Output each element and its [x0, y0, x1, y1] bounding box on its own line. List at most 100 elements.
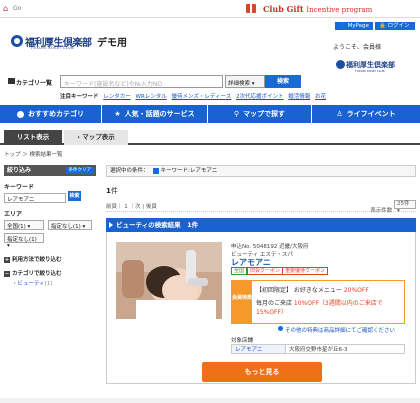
arrow-right-icon — [278, 326, 283, 331]
chevron-right-icon: › — [77, 133, 80, 141]
member-offer-box: 会員特典 【初回限定】 お好きなメニュー 20%OFF 毎月のご来店 10%OF… — [231, 280, 405, 324]
store-name-link[interactable]: レアモアニ — [232, 345, 286, 353]
category-list-icon[interactable] — [8, 78, 15, 84]
category-item-label: ・ビューティ — [12, 281, 45, 287]
footer-strip — [0, 398, 420, 403]
welcome-text: ようこそ、会員様 — [333, 44, 382, 51]
tab-list-view[interactable]: リスト表示 — [4, 130, 62, 145]
area-select-city[interactable]: 指定なし(1) ▾ — [4, 233, 44, 249]
keyword-link[interactable]: WRレンタル — [136, 94, 167, 100]
select-value: 25件 — [397, 201, 410, 207]
login-button[interactable]: 🔒 ログイン — [375, 22, 415, 30]
tab-strip — [0, 130, 420, 145]
keyword-search-button[interactable]: 検索 — [68, 191, 81, 201]
selected-conditions: 選択中の条件： キーワード:レアモアニ — [106, 165, 416, 177]
top-strip: ⌂ Go Club Gift Incentive program — [0, 0, 420, 18]
offer-line-1-discount: 20%OFF — [343, 287, 369, 294]
area-select-region[interactable]: 全国(1) ▾ — [4, 220, 44, 230]
breadcrumb[interactable]: トップ ＞ 検索結果一覧 — [4, 150, 63, 158]
usage-filter-label: 利用方法で絞り込む — [12, 257, 62, 263]
select-value: 指定なし(1) — [7, 237, 37, 243]
shop-number: 申込No. 5048192 近畿/大阪府 — [231, 244, 309, 250]
tag-nationwide: 全国 — [231, 267, 248, 275]
home-icon[interactable]: ⌂ — [3, 4, 8, 13]
nav-life-event[interactable]: ♙ ライフイベント — [312, 105, 420, 123]
category-list-link[interactable]: カテゴリ一覧 — [16, 78, 52, 87]
mypage-label: MyPage — [347, 23, 369, 29]
logo-mark-icon — [11, 35, 23, 47]
keyword-input[interactable]: レアモアニ — [4, 193, 66, 203]
shop-card: 申込No. 5048192 近畿/大阪府 ビューティ エステ・スパ レアモアニ … — [106, 232, 416, 384]
store-table: レアモアニ 大阪府交野市星が丘6-3 — [231, 344, 405, 354]
tab-label: リスト表示 — [16, 133, 50, 141]
offer-line-1-text: 【初回限定】 お好きなメニュー — [256, 287, 344, 294]
offer-line-1: 【初回限定】 お好きなメニュー 20%OFF — [256, 285, 369, 294]
usage-filter[interactable]: + 利用方法で絞り込む — [4, 255, 96, 263]
tag-coupon: 旧会クーポン — [247, 267, 284, 275]
keyword-link[interactable]: 優待メンズ・レディース — [172, 94, 232, 100]
keyword-link[interactable]: 婚活情報 — [288, 94, 310, 100]
clear-filter-button[interactable]: 条件クリア — [65, 167, 94, 174]
shop-photo[interactable] — [116, 242, 222, 319]
category-item-count: (1) — [44, 281, 53, 287]
nav-map[interactable]: ⚲ マップで探す — [208, 105, 312, 123]
grid-icon — [17, 110, 24, 118]
search-button[interactable]: 検索 — [265, 75, 301, 88]
select-value: 全国(1) — [7, 224, 26, 230]
other-benefits-link[interactable]: その他の特典は商品詳細にてご確認ください — [285, 326, 395, 334]
login-label: ログイン — [387, 23, 410, 29]
club-gift-title: Club Gift — [263, 4, 304, 14]
results-main: 選択中の条件： キーワード:レアモアニ 1件 前頁｜ 1 ｜次 | 後頁 表示件数… — [106, 165, 416, 384]
offer-line-2-text: 毎月のご来店 — [256, 300, 294, 307]
store-label: 対象店舗 — [231, 338, 254, 344]
mypage-button[interactable]: 👤 MyPage — [335, 22, 373, 30]
search-input[interactable]: キーワード(施設名など)や№入力NO — [60, 75, 223, 88]
attention-label: 注目キーワード — [60, 94, 99, 100]
pager: 前頁｜ 1 ｜次 | 後頁 表示件数 25件 ▾ — [106, 200, 416, 214]
tab-label: マップ表示 — [82, 133, 115, 141]
tab-map-view[interactable]: › マップ表示 — [64, 130, 128, 145]
result-count-unit: 件 — [110, 187, 118, 195]
keyword-link[interactable]: 2次代応援ポイント — [236, 94, 284, 100]
store-address: 大阪府交野市星が丘6-3 — [289, 347, 348, 353]
beauty-treatment-image — [116, 242, 222, 319]
nav-label: マップで探す — [243, 110, 286, 118]
keyword-link[interactable]: レンタカー — [103, 94, 131, 100]
pager-links[interactable]: 前頁｜ 1 ｜次 | 後頁 — [106, 204, 157, 210]
filter-sidebar: 絞り込み 条件クリア キーワード レアモアニ検索 エリア 全国(1) ▾ 指定な… — [4, 165, 96, 403]
area-label: エリア — [4, 211, 23, 218]
selected-label: 選択中の条件： — [110, 168, 149, 174]
category-filter[interactable]: − カテゴリで絞り込む — [4, 269, 96, 277]
search-detail-label: 詳細検索 — [228, 81, 251, 87]
secondary-logo-sub: FUKURI KOSEI CLUB — [355, 69, 385, 73]
nav-recommended[interactable]: おすすめカテゴリ — [0, 105, 102, 123]
nav-label: 人気・話題のサービス — [124, 110, 195, 118]
show-more-button[interactable]: もっと見る — [202, 362, 322, 382]
nav-popular[interactable]: ★ 人気・話題のサービス — [102, 105, 208, 123]
search-detail-select[interactable]: 詳細検索 ▾ — [225, 75, 265, 88]
star-icon: ★ — [114, 110, 121, 118]
offer-badge: 会員特典 — [232, 281, 252, 323]
keyword-label: キーワード — [4, 184, 35, 191]
go-link[interactable]: Go — [13, 5, 21, 12]
area-select-pref[interactable]: 指定なし(1) ▾ — [47, 220, 92, 230]
per-page: 表示件数 25件 ▾ — [370, 200, 416, 214]
demo-label: デモ用 — [97, 38, 127, 49]
nav-label: ライフイベント — [346, 110, 396, 118]
result-section-header: ビューティの検索結果 1件 — [106, 218, 416, 232]
logo2-mark-icon — [336, 60, 345, 69]
map-pin-icon: ⚲ — [233, 110, 240, 118]
keyword-link[interactable]: お花 — [315, 94, 326, 100]
attention-keywords: 注目キーワード レンタカー WRレンタル 優待メンズ・レディース 2次代応援ポイ… — [60, 92, 326, 100]
category-item-beauty[interactable]: ・ビューティ(1) — [12, 279, 96, 287]
selected-value: キーワード:レアモアニ — [160, 168, 218, 174]
club-gift-banner[interactable]: Club Gift Incentive program — [263, 4, 372, 14]
person-icon: ♙ — [336, 110, 343, 118]
plus-icon: + — [4, 256, 10, 263]
tag-important-coupon: 重要優待クーポン — [282, 267, 329, 275]
filter-header: 絞り込み 条件クリア — [4, 165, 96, 176]
offer-line-2: 毎月のご来店 10%OFF（3週間以内のご来店で15%OFF） — [256, 299, 404, 317]
filter-title: 絞り込み — [7, 167, 32, 174]
per-page-select[interactable]: 25件 ▾ — [394, 200, 416, 214]
checkbox-icon[interactable] — [152, 167, 159, 174]
